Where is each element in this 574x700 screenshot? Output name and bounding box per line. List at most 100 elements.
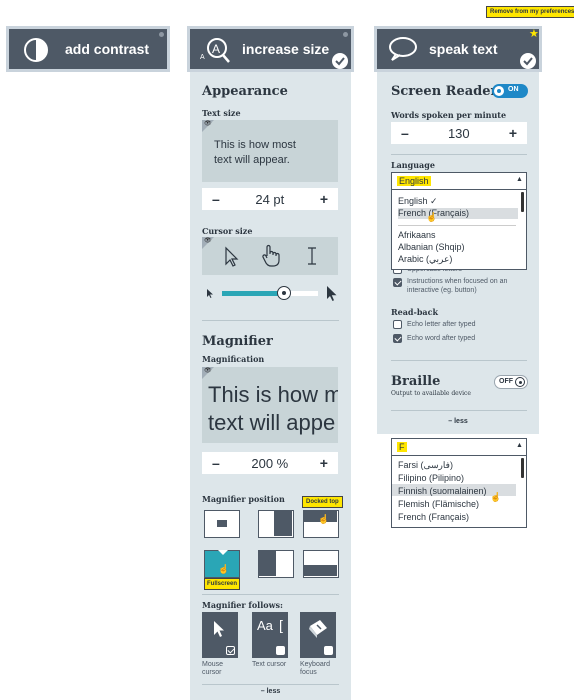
speak-text-tile[interactable]: speak text ★	[374, 26, 542, 72]
increase-size-title: increase size	[242, 41, 330, 57]
wpm-decrease-button[interactable]: –	[401, 125, 409, 141]
mouse-cursor-icon	[214, 621, 224, 637]
follow-mouse-checkbox[interactable]	[226, 646, 235, 655]
follow-text-checkbox[interactable]	[276, 646, 285, 655]
text-size-value: 24 pt	[255, 191, 285, 207]
follow-text-option[interactable]: Aa [	[252, 612, 288, 658]
fullscreen-tag: Fullscreen	[204, 578, 240, 590]
wpm-increase-button[interactable]: +	[509, 125, 517, 141]
magnifier-position-label: Magnifier position	[202, 494, 285, 504]
speak-text-title: speak text	[429, 41, 498, 57]
section-divider	[202, 594, 339, 595]
increase-size-tile[interactable]: A A increase size	[187, 26, 354, 72]
position-left-half-option[interactable]	[258, 510, 294, 538]
chevron-up-icon: ▲	[516, 176, 523, 183]
text-size-preview: 👁 This is how most text will appear.	[202, 120, 338, 182]
instructions-label-2: interactive (eg. button)	[407, 287, 477, 294]
magnify-text-icon: A A	[200, 38, 230, 63]
magnification-label: Magnification	[202, 354, 265, 364]
follow-keyboard-checkbox[interactable]	[324, 646, 333, 655]
screen-reader-toggle[interactable]: ON	[492, 84, 528, 98]
follow-keyboard-option[interactable]	[300, 612, 336, 658]
magnification-increase-button[interactable]: +	[320, 455, 328, 471]
language-option[interactable]: Filipino (Pilipino)	[398, 473, 464, 483]
increase-size-panel: Appearance Text size 👁 This is how most …	[190, 72, 351, 700]
pointer-hand-icon: ☝	[318, 514, 330, 524]
magnification-preview: 👁 This is how m text will appe	[202, 367, 338, 443]
magnifier-heading: Magnifier	[202, 334, 273, 349]
pointer-hand-icon: ☝	[218, 564, 230, 574]
section-divider	[391, 410, 527, 411]
language-selected-value: English	[397, 176, 431, 186]
slider-handle[interactable]	[277, 286, 292, 300]
language-search-select[interactable]: F ▲	[391, 438, 527, 456]
list-divider	[398, 225, 516, 226]
wpm-value: 130	[447, 125, 470, 141]
text-cursor-icon	[308, 247, 316, 265]
large-arrow-icon	[327, 286, 337, 301]
dropdown-scrollbar[interactable]	[521, 192, 524, 212]
instructions-checkbox[interactable]	[393, 278, 402, 287]
text-size-decrease-button[interactable]: –	[212, 191, 220, 207]
dropdown-scrollbar[interactable]	[521, 458, 524, 478]
position-lens-option[interactable]	[204, 510, 240, 538]
mag-line-1: This is how m	[208, 382, 338, 407]
language-option[interactable]: Arabic (عربي)	[398, 254, 452, 265]
echo-word-checkbox[interactable]	[393, 334, 402, 343]
favorite-star-icon[interactable]: ★	[529, 27, 539, 40]
section-divider	[202, 320, 339, 321]
sample-line-1: This is how most	[214, 139, 296, 151]
section-divider	[391, 360, 527, 361]
language-option[interactable]: Finnish (suomalainen)	[398, 486, 487, 496]
size-less-link[interactable]: – less	[190, 688, 351, 695]
language-select[interactable]: English ▲	[391, 172, 527, 190]
add-contrast-tile[interactable]: add contrast	[6, 26, 170, 72]
echo-letter-label: Echo letter after typed	[407, 321, 476, 328]
follow-mouse-option[interactable]	[202, 612, 238, 658]
text-size-increase-button[interactable]: +	[320, 191, 328, 207]
remove-preference-tooltip[interactable]: Remove from my preferences	[486, 6, 574, 18]
add-contrast-title: add contrast	[65, 41, 150, 57]
contrast-icon	[24, 38, 48, 62]
position-right-half-option[interactable]	[258, 550, 294, 578]
sample-line-2: text will appear.	[214, 154, 290, 166]
toggle-on-label: ON	[508, 86, 519, 93]
echo-word-label: Echo word after typed	[407, 335, 476, 342]
language-option[interactable]: Afrikaans	[398, 230, 436, 240]
cursor-size-preview: 👁	[202, 237, 338, 275]
language-option[interactable]: English ✓	[398, 196, 438, 207]
preview-eye-icon: 👁	[202, 237, 214, 249]
magnification-stepper: – 200 % +	[202, 452, 338, 474]
svg-text:A: A	[212, 42, 220, 56]
language-option[interactable]: French (Français)	[398, 512, 469, 522]
preview-eye-icon: 👁	[202, 367, 214, 379]
chevron-up-icon: ▲	[516, 442, 523, 449]
text-cursor-aa-icon: Aa	[257, 618, 273, 633]
appearance-heading: Appearance	[202, 84, 288, 99]
text-size-stepper: – 24 pt +	[202, 188, 338, 210]
arrow-cursor-icon	[225, 246, 239, 267]
language-option[interactable]: Farsi (فارسی)	[398, 460, 453, 471]
echo-letter-checkbox[interactable]	[393, 320, 402, 329]
braille-toggle[interactable]: OFF	[494, 375, 528, 389]
language-option[interactable]: Flemish (Flämische)	[398, 499, 479, 509]
instructions-label-1: Instructions when focused on an	[407, 278, 508, 285]
screen-reader-heading: Screen Reader	[391, 84, 498, 99]
docked-top-tag: Docked top	[302, 496, 343, 508]
typed-filter-value: F	[397, 442, 407, 452]
language-option[interactable]: Albanian (Shqip)	[398, 242, 465, 252]
slider-fill	[222, 291, 285, 296]
wpm-stepper: – 130 +	[391, 122, 527, 144]
language-label: Language	[391, 160, 435, 170]
follow-text-label: Text cursor	[252, 661, 287, 668]
hand-cursor-icon	[262, 244, 280, 267]
speech-bubble-icon	[389, 37, 417, 61]
position-docked-bottom-option[interactable]	[303, 550, 339, 578]
magnifier-follows-label: Magnifier follows:	[202, 600, 283, 610]
cursor-size-slider[interactable]	[222, 286, 318, 300]
magnification-decrease-button[interactable]: –	[212, 455, 220, 471]
mag-line-2: text will appe	[208, 410, 336, 435]
text-size-label: Text size	[202, 108, 241, 118]
check-badge-icon	[520, 53, 536, 69]
speak-less-link[interactable]: – less	[377, 418, 539, 425]
